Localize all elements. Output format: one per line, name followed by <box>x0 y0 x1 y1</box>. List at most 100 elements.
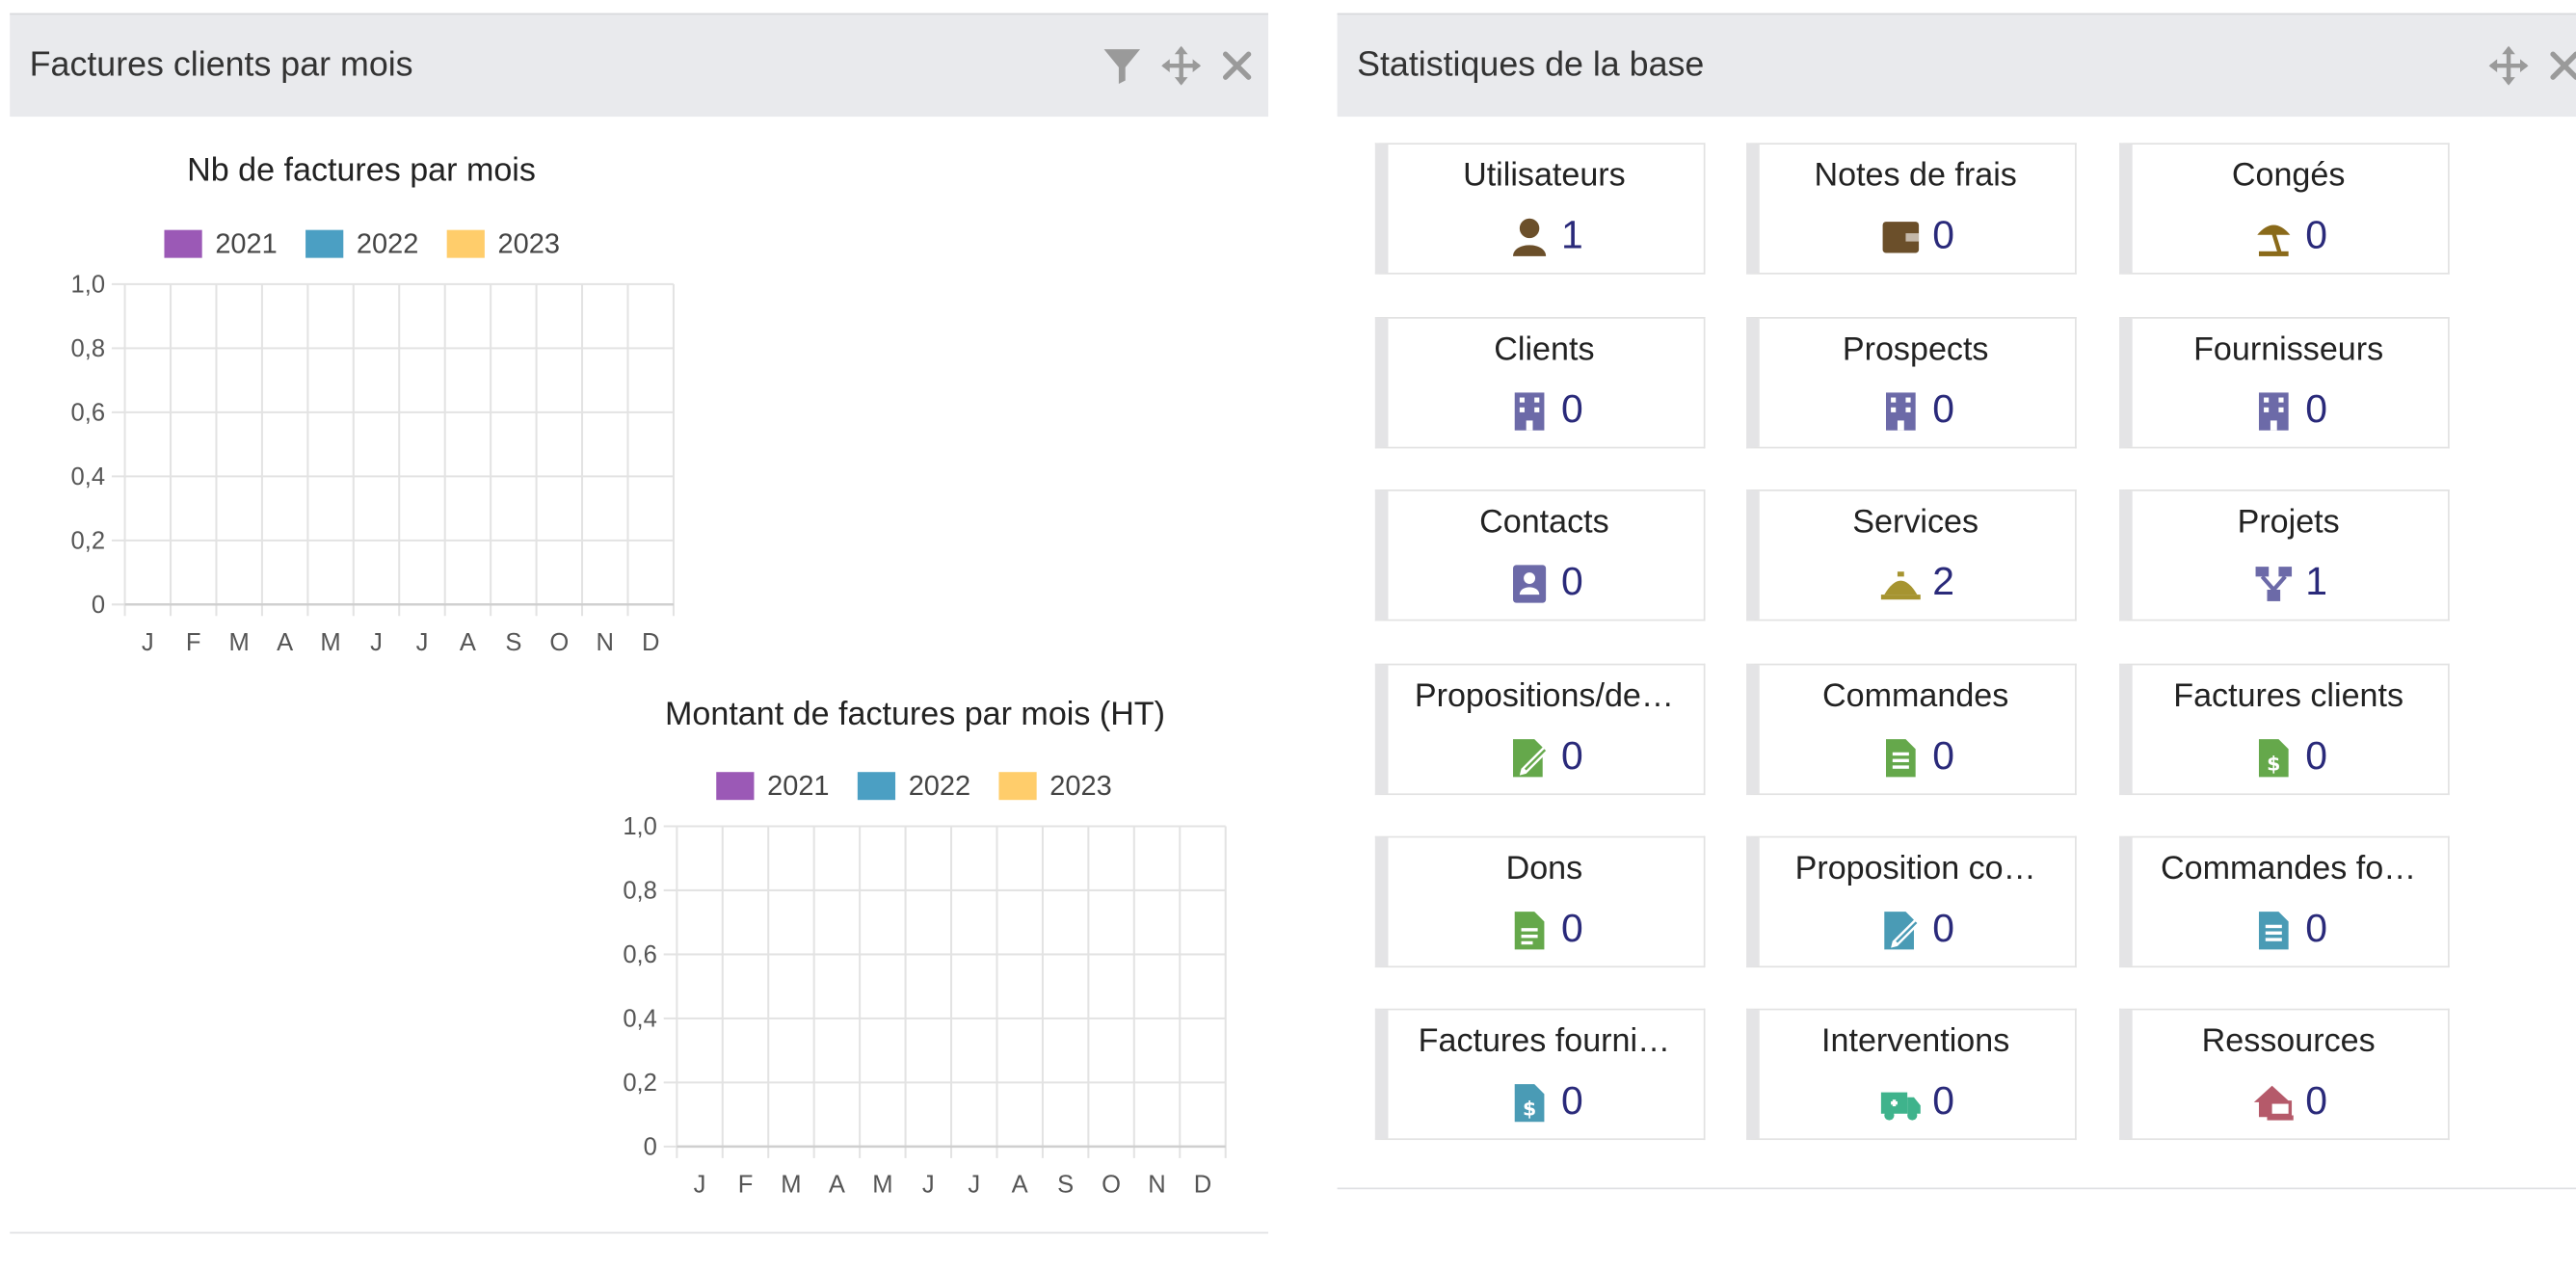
stat-value: 0 <box>1932 906 1955 952</box>
file-signature-icon <box>1508 736 1551 779</box>
stat-value-row: 0 <box>1760 734 2075 781</box>
stat-value: 0 <box>1932 734 1955 780</box>
umbrella-beach-icon <box>2253 215 2296 257</box>
stat-label: Commandes fo… <box>2161 851 2417 887</box>
stat-value-row: $ 0 <box>1388 1079 1703 1125</box>
stat-value: 0 <box>2305 906 2328 952</box>
x-tick-label: F <box>738 1172 754 1199</box>
stat-value-row: $ 0 <box>2133 734 2448 781</box>
move-icon[interactable] <box>2487 44 2530 87</box>
stat-label: Congés <box>2231 157 2346 195</box>
stat-value-row: 0 <box>1388 560 1703 606</box>
svg-text:$: $ <box>1523 1097 1536 1120</box>
stat-box[interactable]: Commandes fo… 0 <box>2119 835 2450 968</box>
stat-box[interactable]: Services 2 <box>1746 489 2077 622</box>
stat-value-row: 2 <box>1760 560 2075 606</box>
legend-label: 2022 <box>909 771 970 802</box>
stat-box[interactable]: Utilisateurs 1 <box>1374 143 1706 275</box>
y-tick-label: 0,4 <box>623 1005 657 1032</box>
legend-swatch <box>857 772 896 801</box>
stat-value-row: 0 <box>2133 1079 2448 1125</box>
stat-box[interactable]: Commandes 0 <box>1746 663 2077 796</box>
address-book-icon <box>1508 562 1551 604</box>
stat-label: Services <box>1852 504 1979 541</box>
building-icon <box>1508 389 1551 432</box>
stat-value: 1 <box>2305 560 2328 605</box>
stat-box[interactable]: Prospects 0 <box>1746 317 2077 449</box>
y-tick-label: 0,6 <box>623 941 657 968</box>
stat-value-row: 1 <box>1388 214 1703 260</box>
file-invoice-dollar-icon: $ <box>2253 736 2296 779</box>
sitemap-icon <box>2253 562 2296 604</box>
stat-value: 0 <box>1932 213 1955 258</box>
x-tick-label: M <box>781 1172 801 1199</box>
y-tick-label: 1,0 <box>623 813 657 840</box>
legend-swatch <box>998 772 1037 801</box>
stat-label: Factures clients <box>2173 678 2404 715</box>
stat-value: 0 <box>2305 1078 2328 1124</box>
stat-box[interactable]: Interventions 0 <box>1746 1008 2077 1141</box>
stat-box[interactable]: Proposition co… 0 <box>1746 835 2077 968</box>
x-tick-label: A <box>829 1172 845 1199</box>
stat-box[interactable]: Factures fourni… $ 0 <box>1374 1008 1706 1141</box>
y-tick-label: 0,8 <box>623 877 657 904</box>
stat-box[interactable]: Contacts 0 <box>1374 489 1706 622</box>
stat-label: Factures fourni… <box>1418 1023 1671 1060</box>
stat-value: 0 <box>1932 1078 1955 1124</box>
stat-value-row: 0 <box>1388 734 1703 781</box>
stat-label: Clients <box>1494 331 1595 368</box>
stat-value: 0 <box>2305 387 2328 433</box>
stat-box[interactable]: Projets 1 <box>2119 489 2450 622</box>
stat-value: 0 <box>1560 387 1583 433</box>
stat-label: Proposition co… <box>1794 851 2036 887</box>
close-icon[interactable] <box>2543 44 2576 87</box>
building-icon <box>1880 389 1923 432</box>
stat-value-row: 0 <box>1760 1079 2075 1125</box>
panel-title: Statistiques de la base <box>1357 45 1705 84</box>
stat-box[interactable]: Fournisseurs 0 <box>2119 317 2450 449</box>
stat-box[interactable]: Congés 0 <box>2119 143 2450 275</box>
file-signature-icon <box>1880 909 1923 951</box>
stat-label: Projets <box>2237 504 2340 541</box>
building-icon <box>2253 389 2296 432</box>
house-laptop-icon <box>2253 1081 2296 1124</box>
stat-label: Contacts <box>1479 504 1609 541</box>
stat-value-row: 0 <box>1760 214 2075 260</box>
stat-label: Utilisateurs <box>1463 157 1626 195</box>
x-tick-label: O <box>1102 1172 1121 1199</box>
y-tick-label: 0 <box>644 1133 657 1160</box>
legend-label: 2021 <box>767 771 829 802</box>
x-tick-label: J <box>694 1172 706 1199</box>
stat-box[interactable]: Dons 0 <box>1374 835 1706 968</box>
file-alt-icon <box>1508 909 1551 951</box>
stat-value: 0 <box>1560 560 1583 605</box>
x-tick-label: M <box>872 1172 892 1199</box>
stat-label: Ressources <box>2201 1023 2376 1060</box>
stat-value: 0 <box>1560 734 1583 780</box>
stat-box[interactable]: Factures clients $ 0 <box>2119 663 2450 796</box>
stat-box[interactable]: Propositions/de… 0 <box>1374 663 1706 796</box>
stat-value-row: 0 <box>2133 907 2448 953</box>
stat-label: Commandes <box>1822 678 2009 715</box>
x-tick-label: S <box>1057 1172 1074 1199</box>
stat-value: 0 <box>2305 734 2328 780</box>
stat-value: 1 <box>1560 213 1583 258</box>
stat-value-row: 0 <box>1388 387 1703 434</box>
legend-swatch <box>716 772 755 801</box>
x-tick-label: J <box>922 1172 935 1199</box>
user-icon <box>1508 215 1551 257</box>
stat-label: Interventions <box>1821 1023 2010 1060</box>
stat-box[interactable]: Notes de frais 0 <box>1746 143 2077 275</box>
file-invoice-dollar-icon: $ <box>1508 1081 1551 1124</box>
stat-label: Prospects <box>1842 331 1989 368</box>
stat-value: 0 <box>1932 387 1955 433</box>
bell-concierge-icon <box>1880 562 1923 604</box>
stat-value-row: 0 <box>1760 907 2075 953</box>
stat-value-row: 1 <box>2133 560 2448 606</box>
legend-label: 2023 <box>1049 771 1111 802</box>
stat-value: 0 <box>1560 1078 1583 1124</box>
stat-box[interactable]: Ressources 0 <box>2119 1008 2450 1141</box>
stat-box[interactable]: Clients 0 <box>1374 317 1706 449</box>
stat-value-row: 0 <box>1760 387 2075 434</box>
stat-value: 2 <box>1932 560 1955 605</box>
